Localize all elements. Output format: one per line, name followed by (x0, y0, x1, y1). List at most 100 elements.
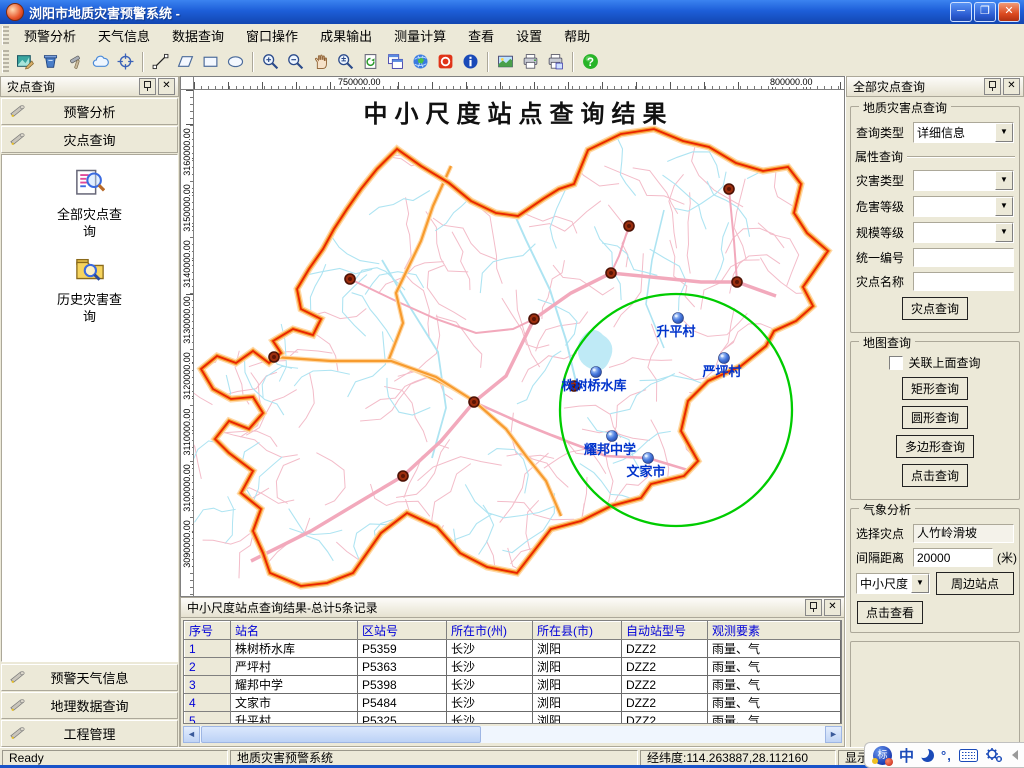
disaster-point-marker[interactable] (269, 352, 279, 362)
ime-punctuation-icon[interactable]: °, (941, 748, 952, 763)
station-marker-升平村[interactable]: 升平村 (656, 313, 695, 340)
pin-icon[interactable] (139, 78, 156, 95)
table-row[interactable]: 3耀邦中学P5398长沙浏阳DZZ2雨量、气 (185, 676, 841, 694)
disaster-query-button[interactable]: 灾点查询 (902, 297, 968, 320)
disaster-point-marker[interactable] (624, 221, 634, 231)
draw-polygon-icon[interactable] (173, 49, 198, 74)
minimize-button[interactable]: ─ (950, 2, 972, 22)
sidebar-item-历史灾害查询[interactable]: 历史灾害查询 (45, 254, 135, 325)
chevron-down-icon[interactable]: ▼ (911, 574, 929, 593)
nearby-stations-button[interactable]: 周边站点 (936, 572, 1014, 595)
column-header-区站号[interactable]: 区站号 (358, 622, 447, 640)
disaster-point-marker[interactable] (732, 277, 742, 287)
ime-keyboard-icon[interactable] (959, 749, 978, 762)
chevron-down-icon[interactable]: ▼ (995, 197, 1013, 216)
rain-gauge-icon[interactable] (38, 49, 63, 74)
scroll-left-icon[interactable]: ◄ (183, 726, 200, 743)
menu-item-8[interactable]: 帮助 (553, 24, 601, 47)
ime-collapse-icon[interactable] (1012, 750, 1018, 760)
pin-icon[interactable] (984, 78, 1001, 95)
cascade-windows-icon[interactable] (383, 49, 408, 74)
scrollbar-thumb[interactable] (201, 726, 481, 743)
table-row[interactable]: 2严坪村P5363长沙浏阳DZZ2雨量、气 (185, 658, 841, 676)
table-row[interactable]: 4文家市P5484长沙浏阳DZZ2雨量、气 (185, 694, 841, 712)
field-select-危害等级[interactable]: ▼ (913, 196, 1014, 217)
click-view-button[interactable]: 点击查看 (857, 601, 923, 624)
chevron-down-icon[interactable]: ▼ (995, 123, 1013, 142)
station-marker-严坪村[interactable]: 严坪村 (701, 353, 741, 380)
print-preview-icon[interactable] (543, 49, 568, 74)
map-query-button-圆形查询[interactable]: 圆形查询 (902, 406, 968, 429)
station-marker-耀邦中学[interactable]: 耀邦中学 (583, 431, 636, 458)
link-above-checkbox[interactable] (889, 356, 903, 370)
column-header-自动站型号[interactable]: 自动站型号 (622, 622, 708, 640)
cloud-icon[interactable] (88, 49, 113, 74)
distance-input[interactable] (913, 548, 993, 567)
close-icon[interactable]: ✕ (824, 599, 841, 616)
column-header-序号[interactable]: 序号 (185, 622, 231, 640)
menu-item-0[interactable]: 预警分析 (13, 24, 87, 47)
field-input-统一编号[interactable] (913, 248, 1014, 267)
info-icon[interactable] (458, 49, 483, 74)
column-header-观测要素[interactable]: 观测要素 (708, 622, 841, 640)
sidebar-section-地理数据查询[interactable]: 地理数据查询 (1, 692, 178, 719)
table-row[interactable]: 5升平村P5325长沙浏阳DZZ2雨量、气 (185, 712, 841, 725)
map-canvas[interactable]: 升平村严坪村株树桥水库耀邦中学文家市 中小尺度站点查询结果 (194, 90, 843, 595)
globe-icon[interactable] (408, 49, 433, 74)
sidebar-item-全部灾点查询[interactable]: 全部灾点查询 (45, 169, 135, 240)
pin-icon[interactable] (805, 599, 822, 616)
close-button[interactable]: ✕ (998, 2, 1020, 22)
menu-item-7[interactable]: 设置 (505, 24, 553, 47)
close-icon[interactable]: ✕ (1003, 78, 1020, 95)
zoom-select-icon[interactable] (333, 49, 358, 74)
field-input-灾点名称[interactable] (913, 272, 1014, 291)
print-icon[interactable] (518, 49, 543, 74)
menu-item-2[interactable]: 数据查询 (161, 24, 235, 47)
chevron-down-icon[interactable]: ▼ (995, 171, 1013, 190)
map-query-button-点击查询[interactable]: 点击查询 (902, 464, 968, 487)
sidebar-section-灾点查询[interactable]: 灾点查询 (1, 126, 178, 153)
restore-button[interactable]: ❐ (974, 2, 996, 22)
draw-line-icon[interactable] (148, 49, 173, 74)
draw-ellipse-icon[interactable] (223, 49, 248, 74)
scrollbar-track[interactable] (481, 726, 825, 743)
scroll-right-icon[interactable]: ► (825, 726, 842, 743)
menu-item-1[interactable]: 天气信息 (87, 24, 161, 47)
sidebar-section-预警分析[interactable]: 预警分析 (1, 98, 178, 125)
draw-rect-icon[interactable] (198, 49, 223, 74)
hammer-icon[interactable] (63, 49, 88, 74)
station-marker-株树桥水库[interactable]: 株树桥水库 (561, 367, 626, 394)
close-icon[interactable]: ✕ (158, 78, 175, 95)
ime-options-gear-icon[interactable] (985, 747, 1003, 763)
map-query-button-多边形查询[interactable]: 多边形查询 (896, 435, 974, 458)
column-header-站名[interactable]: 站名 (231, 622, 358, 640)
menu-gripper[interactable] (2, 26, 9, 44)
disaster-point-marker[interactable] (398, 471, 408, 481)
stop-icon[interactable] (433, 49, 458, 74)
field-select-灾害类型[interactable]: ▼ (913, 170, 1014, 191)
locate-icon[interactable] (113, 49, 138, 74)
disaster-point-marker[interactable] (529, 314, 539, 324)
menu-item-3[interactable]: 窗口操作 (235, 24, 309, 47)
table-row[interactable]: 1株树桥水库P5359长沙浏阳DZZ2雨量、气 (185, 640, 841, 658)
query-type-select[interactable]: 详细信息 ▼ (913, 122, 1014, 143)
disaster-point-marker[interactable] (724, 184, 734, 194)
menu-item-4[interactable]: 成果输出 (309, 24, 383, 47)
zoom-in-icon[interactable] (258, 49, 283, 74)
scale-select[interactable]: 中小尺度 ▼ (856, 573, 930, 594)
disaster-point-marker[interactable] (469, 397, 479, 407)
zoom-out-icon[interactable] (283, 49, 308, 74)
disaster-point-marker[interactable] (606, 268, 616, 278)
menu-item-5[interactable]: 测量计算 (383, 24, 457, 47)
map-output-icon[interactable] (493, 49, 518, 74)
ime-logo-icon[interactable]: 标 (873, 746, 892, 765)
map-query-button-矩形查询[interactable]: 矩形查询 (902, 377, 968, 400)
sidebar-section-预警天气信息[interactable]: 预警天气信息 (1, 664, 178, 691)
ime-fullwidth-icon[interactable] (921, 749, 934, 762)
column-header-所在市(州)[interactable]: 所在市(州) (447, 622, 533, 640)
help-icon[interactable]: ? (578, 49, 603, 74)
menu-item-6[interactable]: 查看 (457, 24, 505, 47)
ime-language-icon[interactable]: 中 (899, 745, 914, 766)
sidebar-section-工程管理[interactable]: 工程管理 (1, 720, 178, 747)
chevron-down-icon[interactable]: ▼ (995, 223, 1013, 242)
